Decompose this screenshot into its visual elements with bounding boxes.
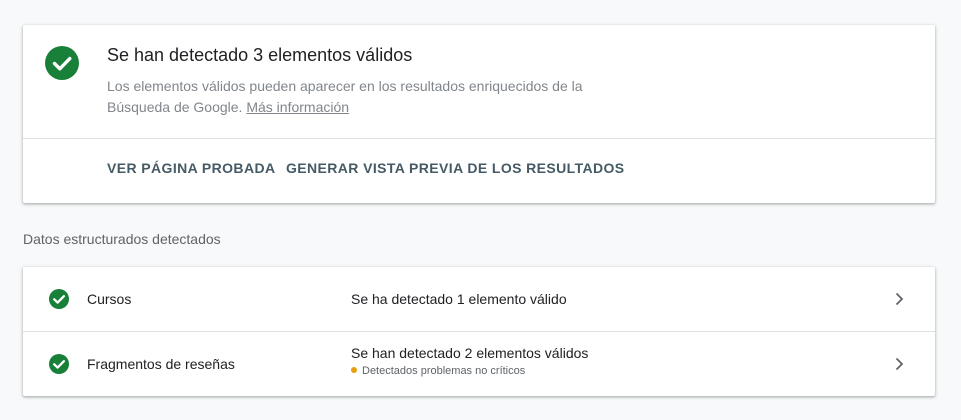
list-item-fragmentos-de-resenas[interactable]: Fragmentos de reseñas Se han detectado 2… [23, 332, 935, 396]
item-warning: Detectados problemas no críticos [351, 365, 525, 377]
check-circle-icon [49, 354, 69, 374]
view-tested-page-button[interactable]: VER PÁGINA PROBADA [107, 160, 275, 176]
item-status: Se han detectado 2 elementos válidos [351, 345, 589, 361]
summary-description: Los elementos válidos pueden aparecer en… [107, 76, 627, 118]
list-item-cursos[interactable]: Cursos Se ha detectado 1 elemento válido [23, 267, 935, 331]
item-name: Cursos [87, 291, 132, 307]
warning-dot-icon [351, 367, 357, 373]
summary-header: Se han detectado 3 elementos válidos Los… [23, 25, 935, 138]
page: Se han detectado 3 elementos válidos Los… [0, 0, 961, 420]
chevron-right-icon [895, 357, 904, 371]
item-status: Se ha detectado 1 elemento válido [351, 291, 567, 307]
summary-title: Se han detectado 3 elementos válidos [107, 45, 413, 65]
section-title: Datos estructurados detectados [23, 231, 221, 247]
more-info-link[interactable]: Más información [246, 99, 349, 115]
divider [23, 138, 935, 139]
item-name: Fragmentos de reseñas [87, 356, 235, 372]
preview-results-button[interactable]: GENERAR VISTA PREVIA DE LOS RESULTADOS [286, 160, 625, 176]
summary-card: Se han detectado 3 elementos válidos Los… [23, 25, 935, 203]
check-circle-icon [45, 46, 79, 80]
check-circle-icon [49, 289, 69, 309]
chevron-right-icon [895, 292, 904, 306]
structured-data-list: Cursos Se ha detectado 1 elemento válido… [23, 267, 935, 396]
item-warning-text: Detectados problemas no críticos [362, 365, 526, 377]
